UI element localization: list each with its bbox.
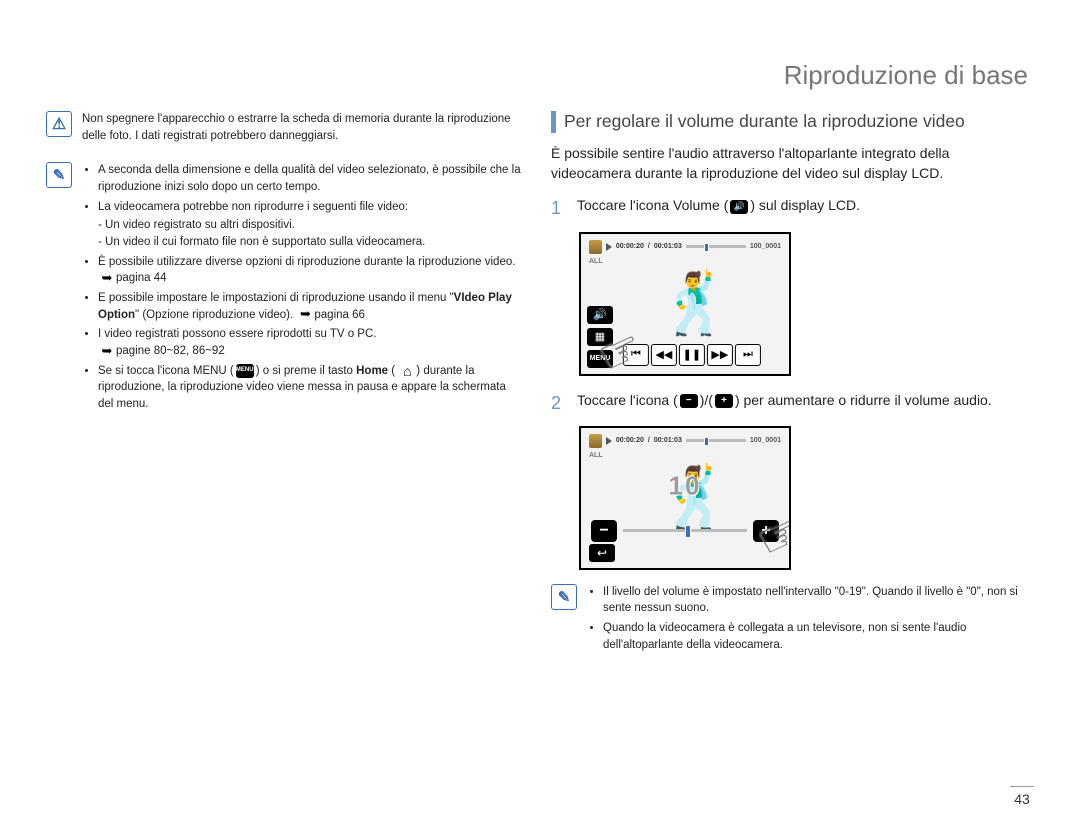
notes-body: A seconda della dimensione e della quali… bbox=[82, 162, 521, 415]
volume-row: − + bbox=[591, 520, 779, 542]
step-1: 1 Toccare l'icona Volume () sul display … bbox=[551, 195, 1026, 221]
page-number: 43 bbox=[1010, 786, 1034, 807]
notes-block: A seconda della dimensione e della quali… bbox=[46, 162, 521, 415]
bottom-notes-block: Il livello del volume è impostato nell'i… bbox=[551, 584, 1026, 657]
note-item: La videocamera potrebbe non riprodurre i… bbox=[98, 199, 521, 251]
forward-button[interactable]: ▶▶ bbox=[707, 344, 733, 366]
right-column: Per regolare il volume durante la riprod… bbox=[551, 111, 1026, 674]
steps-list-cont: 2 Toccare l'icona ()/() per aumentare o … bbox=[551, 390, 1026, 416]
two-column-layout: Non spegnere l'apparecchio o estrarre la… bbox=[46, 111, 1034, 674]
lcd-volume-button[interactable]: 🔊 bbox=[587, 306, 613, 324]
clip-thumbnail-icon bbox=[589, 240, 602, 254]
page-title: Riproduzione di base bbox=[46, 60, 1034, 91]
minus-icon bbox=[680, 394, 698, 408]
home-icon bbox=[400, 364, 414, 378]
play-indicator-icon bbox=[606, 243, 612, 251]
note-item: Quando la videocamera è collegata a un t… bbox=[603, 620, 1026, 653]
bottom-notes-body: Il livello del volume è impostato nell'i… bbox=[587, 584, 1026, 657]
clip-thumbnail-icon bbox=[589, 434, 602, 448]
note-item: Se si tocca l'icona MENU (MENU) o si pre… bbox=[98, 363, 521, 413]
volume-track[interactable] bbox=[623, 529, 747, 532]
rewind-button[interactable]: ◀◀ bbox=[651, 344, 677, 366]
warning-text: Non spegnere l'apparecchio o estrarre la… bbox=[82, 111, 521, 144]
section-intro: È possibile sentire l'audio attraverso l… bbox=[551, 143, 1026, 184]
left-column: Non spegnere l'apparecchio o estrarre la… bbox=[46, 111, 521, 674]
section-heading: Per regolare il volume durante la riprod… bbox=[551, 111, 1026, 133]
back-button[interactable]: ↩ bbox=[589, 544, 615, 562]
progress-bar bbox=[686, 439, 746, 442]
lcd-screenshot-playback: 🕺 00:00:20/00:01:03 100_0001 ALL 🔊 ▦ MEN… bbox=[579, 232, 791, 376]
volume-up-button[interactable]: + bbox=[753, 520, 779, 542]
manual-page: Riproduzione di base Non spegnere l'appa… bbox=[0, 0, 1080, 825]
lcd-screenshot-volume: 🕺 00:00:20/00:01:03 100_0001 ALL 10 − + … bbox=[579, 426, 791, 570]
sub-note: Un video il cui formato file non è suppo… bbox=[98, 234, 521, 251]
volume-down-button[interactable]: − bbox=[591, 520, 617, 542]
progress-bar bbox=[686, 245, 746, 248]
all-label: ALL bbox=[589, 452, 603, 459]
lcd-grid-button[interactable]: ▦ bbox=[587, 328, 613, 346]
play-indicator-icon bbox=[606, 437, 612, 445]
note-icon bbox=[551, 584, 577, 610]
page-ref-icon bbox=[100, 271, 114, 285]
all-label: ALL bbox=[589, 258, 603, 265]
note-icon bbox=[46, 162, 72, 188]
note-item: I video registrati possono essere riprod… bbox=[98, 326, 521, 359]
lcd-side-buttons: 🔊 ▦ MENU bbox=[587, 306, 613, 368]
warning-icon bbox=[46, 111, 72, 137]
plus-icon bbox=[715, 394, 733, 408]
next-button[interactable]: ⏭ bbox=[735, 344, 761, 366]
page-ref-icon bbox=[100, 344, 114, 358]
volume-icon bbox=[730, 200, 748, 214]
volume-level-label: 10 bbox=[669, 471, 702, 502]
lcd-topbar: 00:00:20/00:01:03 100_0001 bbox=[589, 240, 781, 254]
note-item: È possibile utilizzare diverse opzioni d… bbox=[98, 254, 521, 287]
menu-icon: MENU bbox=[236, 364, 254, 378]
prev-button[interactable]: ⏮ bbox=[623, 344, 649, 366]
note-item: A seconda della dimensione e della quali… bbox=[98, 162, 521, 195]
page-ref-icon bbox=[298, 308, 312, 322]
note-item: E possibile impostare le impostazioni di… bbox=[98, 290, 521, 323]
warning-block: Non spegnere l'apparecchio o estrarre la… bbox=[46, 111, 521, 144]
step-2: 2 Toccare l'icona ()/() per aumentare o … bbox=[551, 390, 1026, 416]
pause-button[interactable]: ❚❚ bbox=[679, 344, 705, 366]
sub-note: Un video registrato su altri dispositivi… bbox=[98, 217, 521, 234]
lcd-menu-button[interactable]: MENU bbox=[587, 350, 613, 368]
dancer-silhouette-icon: 🕺 bbox=[658, 274, 733, 334]
transport-controls: ⏮ ◀◀ ❚❚ ▶▶ ⏭ bbox=[623, 344, 761, 366]
steps-list: 1 Toccare l'icona Volume () sul display … bbox=[551, 195, 1026, 221]
note-item: Il livello del volume è impostato nell'i… bbox=[603, 584, 1026, 617]
lcd-topbar: 00:00:20/00:01:03 100_0001 bbox=[589, 434, 781, 448]
